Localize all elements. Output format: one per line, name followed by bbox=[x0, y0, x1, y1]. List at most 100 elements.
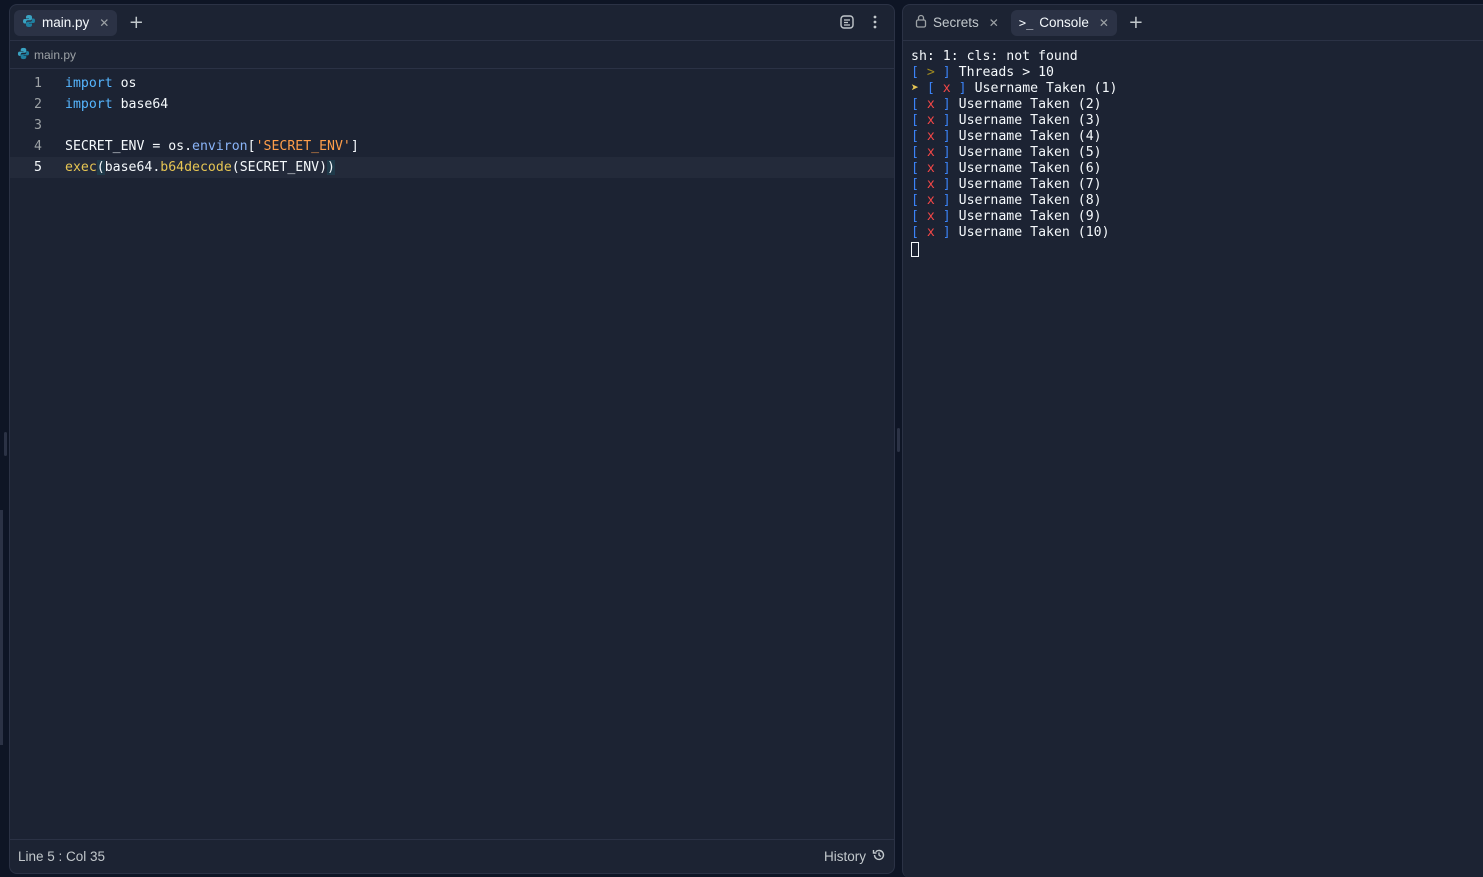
code-token: base64. bbox=[104, 160, 161, 175]
bracket-open: [ bbox=[911, 145, 927, 160]
bracket-close: ] bbox=[934, 129, 951, 144]
code-token: SECRET_ENV = os. bbox=[65, 139, 193, 154]
line-number: 2 bbox=[34, 97, 42, 112]
console-line: [ x ] Username Taken (7) bbox=[911, 177, 1483, 193]
error-marker: x bbox=[926, 145, 935, 160]
bracket-close: ] bbox=[934, 225, 951, 240]
editor-tabbar: main.py ✕ + bbox=[10, 5, 894, 41]
left-scrollbar[interactable] bbox=[0, 510, 3, 745]
console-line: sh: 1: cls: not found bbox=[911, 49, 1483, 65]
console-input-line[interactable] bbox=[911, 241, 1483, 262]
console-text: Username Taken (7) bbox=[950, 177, 1102, 192]
console-line: [ x ] Username Taken (9) bbox=[911, 209, 1483, 225]
close-icon[interactable]: ✕ bbox=[989, 16, 999, 30]
console-text: Username Taken (2) bbox=[950, 97, 1102, 112]
history-label: History bbox=[823, 849, 866, 864]
line-source: SECRET_ENV = os.environ['SECRET_ENV'] bbox=[42, 139, 359, 154]
line-number: 1 bbox=[34, 76, 42, 91]
error-marker: x bbox=[926, 129, 935, 144]
terminal-icon: >_ bbox=[1018, 15, 1034, 30]
line-source: exec(base64.b64decode(SECRET_ENV)) bbox=[42, 160, 335, 175]
bracket-close: ] bbox=[950, 81, 967, 96]
tab-label: Secrets bbox=[933, 15, 979, 30]
console-text: Username Taken (4) bbox=[950, 129, 1102, 144]
bracket-open: [ bbox=[911, 97, 927, 112]
bracket-open: [ bbox=[911, 113, 927, 128]
tab-label: Console bbox=[1039, 15, 1089, 30]
bracket-open: [ bbox=[911, 65, 927, 80]
console-text: Username Taken (10) bbox=[950, 225, 1110, 240]
code-line[interactable]: 3 bbox=[10, 115, 894, 136]
bracket-close: ] bbox=[934, 161, 951, 176]
line-number: 4 bbox=[34, 139, 42, 154]
error-marker: x bbox=[926, 177, 935, 192]
console-output[interactable]: sh: 1: cls: not found[ > ] Threads > 10 ➤… bbox=[911, 49, 1483, 262]
code-token: base64 bbox=[112, 97, 169, 112]
code-editor[interactable]: 1 import os 2 import base64 3 4 SECRET_ENV = o… bbox=[10, 73, 894, 178]
history-button[interactable]: History bbox=[824, 848, 886, 865]
close-icon[interactable]: ✕ bbox=[1099, 16, 1109, 30]
line-source: import base64 bbox=[42, 97, 168, 112]
bracket-open: [ bbox=[911, 129, 927, 144]
tab-main-py[interactable]: main.py ✕ bbox=[14, 9, 118, 36]
splitter-handle[interactable] bbox=[897, 428, 900, 452]
bracket-close: ] bbox=[934, 113, 951, 128]
close-icon[interactable]: ✕ bbox=[99, 16, 109, 30]
line-number: 3 bbox=[34, 118, 42, 133]
console-pane: Secrets ✕ >_ Console ✕ + sh: 1: cls: not… bbox=[902, 4, 1483, 877]
tab-label: main.py bbox=[42, 15, 90, 30]
console-line: ➤ [ x ] Username Taken (1) bbox=[911, 81, 1483, 97]
editor-pane: main.py ✕ + main.py 1 import os 2 import ba… bbox=[9, 4, 895, 874]
console-line: [ x ] Username Taken (2) bbox=[911, 97, 1483, 113]
tab-console[interactable]: >_ Console ✕ bbox=[1010, 9, 1117, 36]
code-line[interactable]: 5 exec(base64.b64decode(SECRET_ENV)) bbox=[10, 157, 894, 178]
python-icon bbox=[17, 47, 30, 63]
bracket-close: ] bbox=[934, 65, 951, 80]
console-line: [ x ] Username Taken (6) bbox=[911, 161, 1483, 177]
bracket-open: [ bbox=[911, 193, 927, 208]
code-line[interactable]: 2 import base64 bbox=[10, 94, 894, 115]
console-text: sh: 1: cls: not found bbox=[911, 49, 1078, 64]
console-text: Threads > 10 bbox=[950, 65, 1054, 80]
console-line: [ x ] Username Taken (10) bbox=[911, 225, 1483, 241]
add-tab-button[interactable]: + bbox=[123, 10, 149, 36]
code-token: (SECRET_ENV) bbox=[231, 160, 328, 175]
breadcrumb[interactable]: main.py bbox=[10, 42, 894, 69]
more-options-button[interactable] bbox=[864, 10, 886, 36]
console-text: Username Taken (5) bbox=[950, 145, 1102, 160]
error-marker: x bbox=[942, 81, 951, 96]
console-text: Username Taken (8) bbox=[950, 193, 1102, 208]
code-line[interactable]: 4 SECRET_ENV = os.environ['SECRET_ENV'] bbox=[10, 136, 894, 157]
left-resize-handle[interactable] bbox=[4, 432, 7, 456]
code-token: 'SECRET_ENV' bbox=[255, 139, 351, 154]
bracket-open: [ bbox=[911, 161, 927, 176]
console-text: Username Taken (6) bbox=[950, 161, 1102, 176]
code-line[interactable]: 1 import os bbox=[10, 73, 894, 94]
code-token: os bbox=[112, 76, 137, 91]
console-text: Username Taken (1) bbox=[966, 81, 1118, 96]
python-icon bbox=[22, 14, 36, 31]
bracket-close: ] bbox=[934, 193, 951, 208]
code-token: ( bbox=[96, 160, 105, 175]
bracket-close: ] bbox=[934, 145, 951, 160]
console-line: [ x ] Username Taken (5) bbox=[911, 145, 1483, 161]
status-bar: Line 5 : Col 35 History bbox=[10, 839, 894, 873]
cursor-position: Line 5 : Col 35 bbox=[18, 849, 106, 864]
console-line: [ x ] Username Taken (8) bbox=[911, 193, 1483, 209]
error-marker: x bbox=[926, 97, 935, 112]
bracket-close: ] bbox=[934, 177, 951, 192]
code-token: import bbox=[65, 76, 113, 91]
error-marker: x bbox=[926, 209, 935, 224]
breadcrumb-file: main.py bbox=[34, 48, 77, 62]
bracket-close: ] bbox=[934, 97, 951, 112]
tab-secrets[interactable]: Secrets ✕ bbox=[907, 10, 1007, 36]
code-token: [ bbox=[247, 139, 256, 154]
add-tab-button[interactable]: + bbox=[1123, 10, 1149, 36]
error-marker: x bbox=[926, 193, 935, 208]
code-token: import bbox=[65, 97, 113, 112]
console-text: Username Taken (9) bbox=[950, 209, 1102, 224]
terminal-cursor bbox=[911, 242, 919, 257]
code-token: ] bbox=[350, 139, 359, 154]
bracket-open: [ bbox=[911, 225, 927, 240]
toggle-view-button[interactable] bbox=[836, 10, 858, 36]
